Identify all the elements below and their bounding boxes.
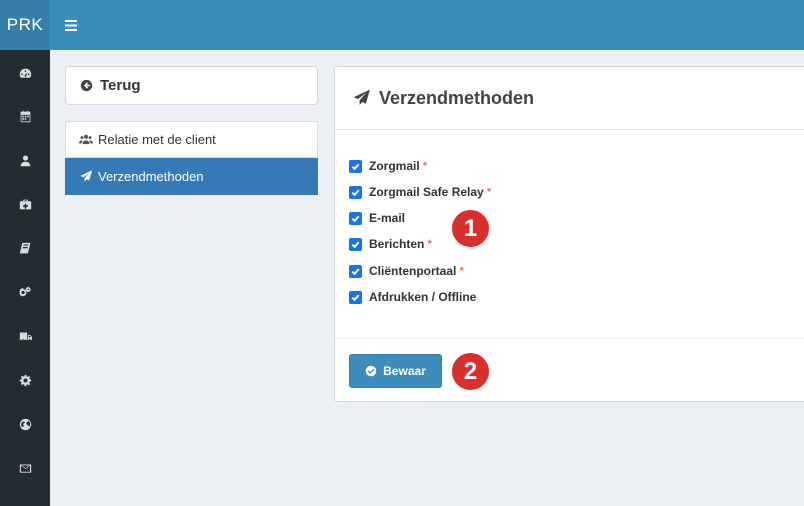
nav-item-label: Verzendmethoden [98, 169, 204, 184]
save-label: Bewaar [383, 364, 426, 378]
required-marker: * [486, 185, 492, 199]
nav-item-label: Relatie met de client [98, 132, 216, 147]
panel-header: Verzendmethoden [335, 67, 804, 130]
user-icon[interactable] [0, 150, 50, 170]
option-label: Zorgmail [369, 159, 420, 173]
checkbox[interactable] [349, 185, 362, 199]
option-berichten: Berichten * [349, 236, 432, 252]
option-label: E-mail [369, 211, 406, 225]
page-title: Verzendmethoden [379, 87, 535, 108]
gear-icon[interactable] [0, 370, 50, 390]
section-nav: Relatie met de client Verzendmethoden [65, 121, 318, 195]
back-button[interactable]: Terug [65, 66, 318, 105]
checkbox[interactable] [349, 211, 362, 225]
users-icon [79, 134, 93, 145]
nav-item-verzendmethoden[interactable]: Verzendmethoden [65, 158, 318, 195]
globe-icon[interactable] [0, 414, 50, 434]
app-logo[interactable]: PRK [0, 0, 50, 50]
required-marker: * [459, 264, 465, 278]
book-icon[interactable] [0, 238, 50, 258]
cogs-icon[interactable] [0, 282, 50, 302]
settings-panel: Verzendmethoden Zorgmail * Zorgmail Safe… [334, 66, 804, 402]
check-icon [351, 215, 360, 222]
truck-icon[interactable] [0, 326, 50, 346]
dashboard-icon[interactable] [0, 63, 50, 83]
calendar-icon[interactable] [0, 106, 50, 126]
check-icon [351, 241, 360, 248]
paper-plane-icon [80, 170, 93, 182]
sidebar-rail: PRK [0, 0, 50, 506]
nav-item-relatie[interactable]: Relatie met de client [65, 121, 318, 158]
checkbox[interactable] [349, 290, 362, 304]
paper-plane-icon [353, 89, 370, 106]
option-zorgmail: Zorgmail * [349, 158, 427, 174]
checkbox[interactable] [349, 264, 362, 278]
option-email: E-mail [349, 210, 408, 226]
check-icon [351, 163, 360, 170]
back-label: Terug [100, 77, 141, 94]
option-label: Zorgmail Safe Relay [369, 185, 484, 199]
check-icon [351, 294, 360, 301]
option-label: Cliëntenportaal [369, 264, 457, 278]
check-icon [351, 268, 360, 275]
check-icon [351, 189, 360, 196]
option-label: Berichten [369, 237, 425, 251]
checkbox[interactable] [349, 159, 362, 173]
arrow-circle-left-icon [80, 79, 93, 92]
save-button[interactable]: Bewaar [349, 354, 442, 388]
menu-toggle-icon[interactable] [60, 15, 82, 35]
option-afdrukken-offline: Afdrukken / Offline [349, 289, 479, 305]
medkit-icon[interactable] [0, 194, 50, 214]
callout-badge-1: 1 [450, 208, 491, 249]
callout-badge-2: 2 [450, 351, 491, 392]
check-circle-icon [365, 365, 377, 377]
option-label: Afdrukken / Offline [369, 290, 477, 304]
checkbox[interactable] [349, 237, 362, 251]
panel-footer: Bewaar [335, 338, 804, 402]
envelope-icon[interactable] [0, 458, 50, 478]
option-zorgmail-safe-relay: Zorgmail Safe Relay * [349, 184, 491, 200]
required-marker: * [422, 159, 428, 173]
required-marker: * [427, 237, 433, 251]
option-clientenportaal: Cliëntenportaal * [349, 263, 464, 279]
top-bar [50, 0, 804, 50]
